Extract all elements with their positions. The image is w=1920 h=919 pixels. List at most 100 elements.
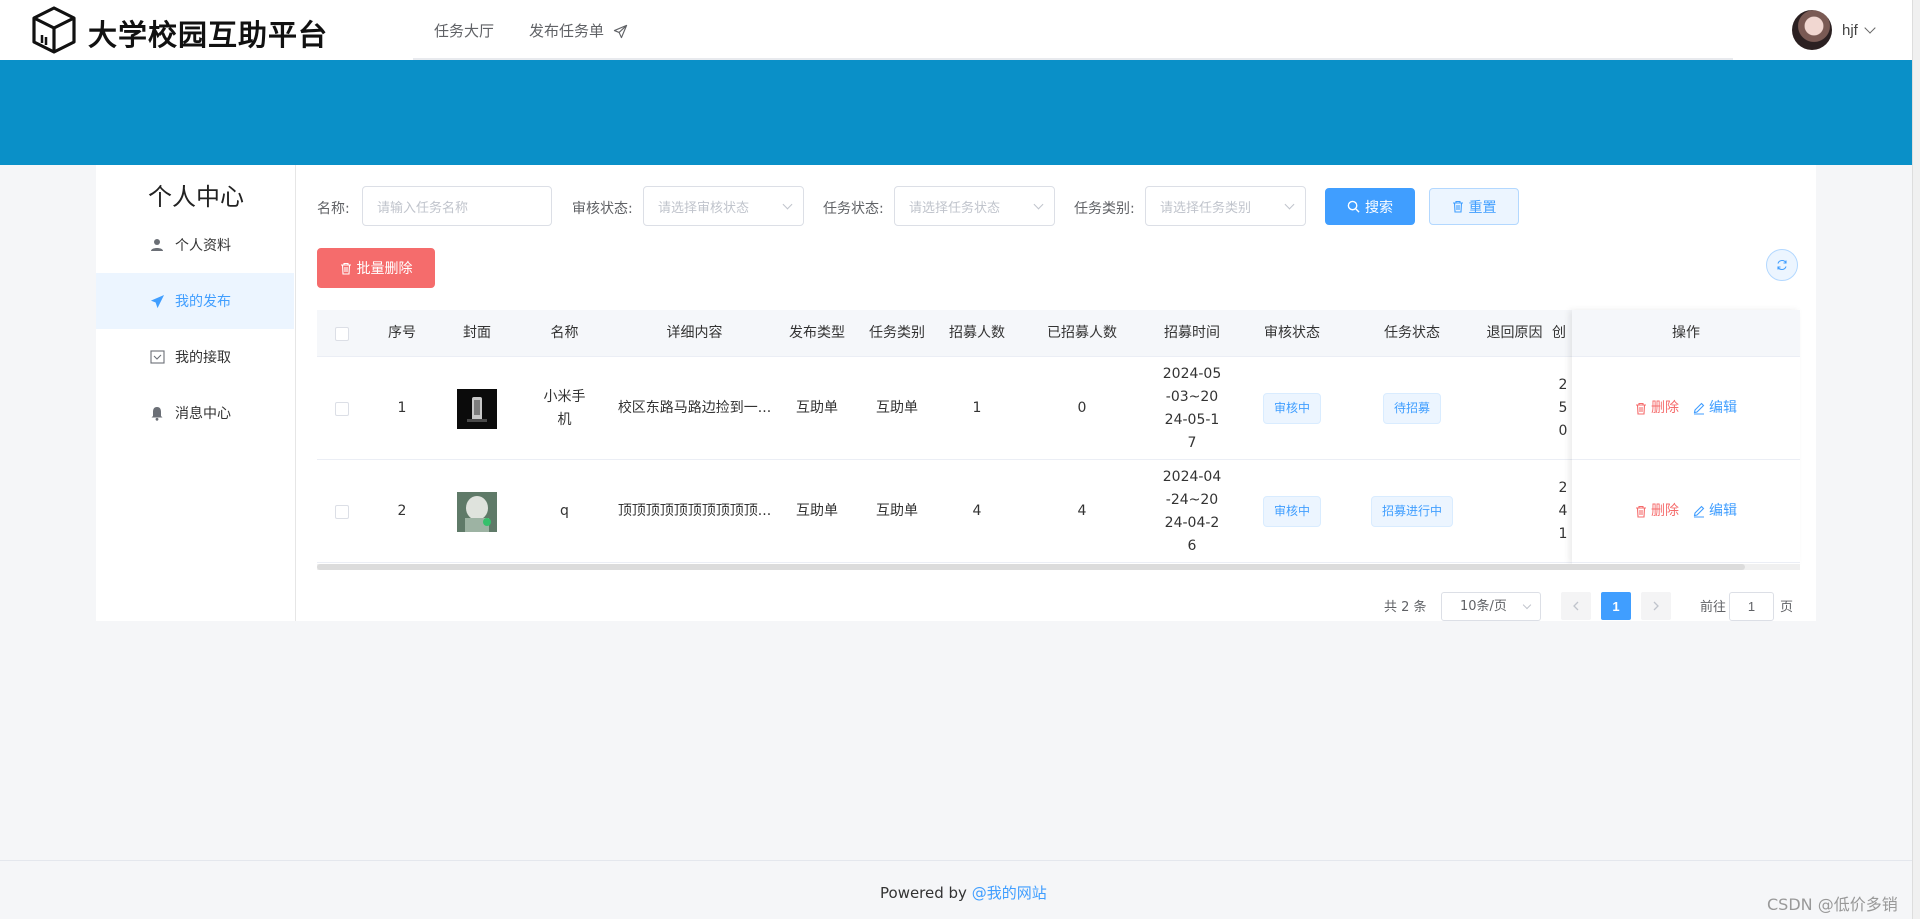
sidebar-item-label: 我的发布 [175, 294, 231, 310]
banner [0, 60, 1912, 165]
cell-index: 1 [397, 400, 407, 416]
name-filter-label: 名称: [317, 201, 350, 217]
sidebar-item-messages[interactable]: 消息中心 [96, 385, 294, 441]
col-header: 任务状态 [1384, 325, 1440, 341]
page-1-button[interactable]: 1 [1601, 592, 1631, 620]
cell-cover [437, 357, 517, 460]
trash-icon [340, 262, 352, 275]
chevron-left-icon [1573, 601, 1579, 611]
col-header: 任务类别 [869, 325, 925, 341]
cell-recruit: 1 [972, 400, 982, 416]
task-category-placeholder: 请选择任务类别 [1160, 200, 1252, 216]
col-header: 名称 [550, 325, 579, 341]
edit-button[interactable]: 编辑 [1693, 500, 1737, 523]
col-header: 创 [1552, 325, 1566, 341]
audit-status-placeholder: 请选择审核状态 [658, 200, 750, 216]
task-status-select[interactable]: 请选择任务状态 [894, 186, 1055, 226]
cell-audit: 审核中 [1237, 460, 1347, 563]
task-category-label: 任务类别: [1074, 201, 1135, 217]
delete-label: 删除 [1651, 502, 1679, 519]
batch-delete-button[interactable]: 批量删除 [317, 248, 435, 288]
user-menu[interactable]: hjf [1792, 10, 1876, 50]
send-icon [613, 24, 627, 39]
chevron-down-icon [1284, 199, 1295, 210]
col-header: 招募人数 [949, 325, 1005, 341]
col-header: 封面 [463, 325, 491, 341]
chevron-down-icon [1033, 199, 1044, 210]
cell-category: 互助单 [876, 400, 918, 416]
col-header: 审核状态 [1264, 325, 1320, 341]
row-operations: 删除 编辑 [1572, 460, 1800, 563]
chevron-right-icon [1653, 601, 1659, 611]
cell-recruit: 4 [972, 503, 982, 519]
audit-status-tag: 审核中 [1262, 496, 1321, 527]
page-scrollbar[interactable] [1912, 0, 1920, 919]
row-checkbox-cell [317, 460, 367, 563]
search-button[interactable]: 搜索 [1325, 188, 1415, 225]
footer-site-link[interactable]: @我的网站 [972, 884, 1047, 902]
name-search-placeholder: 请输入任务名称 [377, 200, 469, 216]
edit-label: 编辑 [1709, 399, 1737, 416]
cube-logo-icon [32, 6, 76, 54]
cell-category: 互助单 [876, 503, 918, 519]
task-status-tag: 待招募 [1382, 393, 1441, 424]
cell-status: 招募进行中 [1347, 460, 1477, 563]
brand-title: 大学校园互助平台 [88, 18, 329, 52]
col-header: 退回原因 [1486, 325, 1543, 341]
goto-label: 前往 [1700, 600, 1727, 615]
next-page-button[interactable] [1641, 592, 1671, 620]
edit-button[interactable]: 编辑 [1693, 397, 1737, 420]
refresh-button[interactable] [1766, 249, 1798, 281]
nav-task-hall[interactable]: 任务大厅 [434, 20, 494, 41]
page-size-value: 10条/页 [1460, 599, 1507, 614]
page-suffix: 页 [1780, 600, 1794, 615]
sidebar-item-my-accept[interactable]: 我的接取 [96, 329, 294, 385]
csdn-watermark: CSDN @低价多销 [1767, 895, 1898, 914]
cell-status: 待招募 [1347, 357, 1477, 460]
name-search-input[interactable]: 请输入任务名称 [362, 186, 552, 226]
send-icon [149, 293, 165, 309]
edit-label: 编辑 [1709, 502, 1737, 519]
cell-audit: 审核中 [1237, 357, 1347, 460]
col-header: 已招募人数 [1047, 325, 1117, 341]
edit-icon [1693, 505, 1705, 518]
sidebar-item-label: 我的接取 [175, 350, 231, 366]
task-status-placeholder: 请选择任务状态 [909, 200, 1001, 216]
footer-text: Powered by @我的网站 [880, 882, 1047, 903]
audit-status-select[interactable]: 请选择审核状态 [643, 186, 804, 226]
row-checkbox[interactable] [335, 504, 349, 519]
reset-button[interactable]: 重置 [1429, 188, 1519, 225]
cell-index: 2 [397, 503, 407, 519]
task-category-select[interactable]: 请选择任务类别 [1145, 186, 1306, 226]
delete-button[interactable]: 删除 [1635, 397, 1679, 420]
inbox-icon [149, 349, 165, 365]
trash-icon [1452, 200, 1464, 213]
footer-powered: Powered by [880, 884, 972, 902]
row-checkbox[interactable] [335, 401, 349, 416]
cell-recruited: 4 [1077, 503, 1087, 519]
operations-column: 操作 删除 编辑 删除 编辑 [1572, 310, 1800, 564]
audit-status-label: 审核状态: [572, 201, 633, 217]
nav-publish-task[interactable]: 发布任务单 [529, 20, 628, 41]
task-status-tag: 招募进行中 [1370, 496, 1453, 527]
select-all-cell [317, 310, 367, 357]
chevron-down-icon [782, 199, 793, 210]
col-header: 序号 [388, 325, 416, 341]
row-checkbox-cell [317, 357, 367, 460]
select-all-checkbox[interactable] [335, 326, 349, 341]
col-header: 招募时间 [1164, 325, 1220, 341]
goto-page-input[interactable]: 1 [1729, 592, 1774, 621]
scrollbar-thumb[interactable] [317, 564, 1745, 570]
search-button-label: 搜索 [1365, 199, 1393, 216]
cell-name: q [560, 503, 569, 519]
page-size-select[interactable]: 10条/页 [1441, 592, 1541, 621]
table-horizontal-scrollbar[interactable] [317, 564, 1800, 570]
cell-publish-type: 互助单 [796, 503, 838, 519]
avatar[interactable] [1792, 10, 1832, 50]
sidebar-item-profile[interactable]: 个人资料 [96, 217, 294, 273]
prev-page-button[interactable] [1561, 592, 1591, 620]
sidebar-item-my-publish[interactable]: 我的发布 [96, 273, 294, 329]
cell-name: 小米手机 [543, 388, 586, 428]
cell-created: 250 [1558, 377, 1568, 439]
delete-button[interactable]: 删除 [1635, 500, 1679, 523]
